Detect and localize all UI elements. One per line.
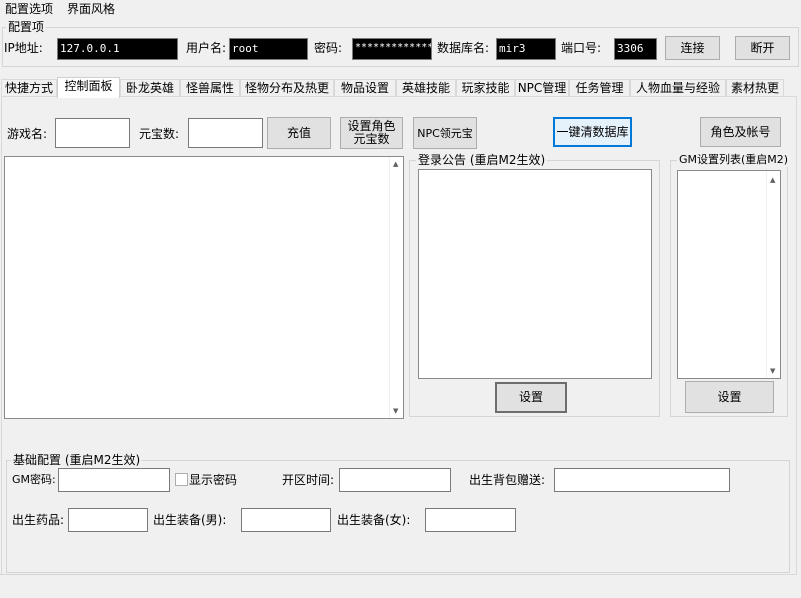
role-account-button[interactable]: 角色及帐号 bbox=[700, 117, 781, 147]
gm-list-textarea[interactable]: ▲ ▼ bbox=[677, 170, 781, 379]
tab-monster-distribution[interactable]: 怪物分布及热更 bbox=[240, 79, 334, 97]
set-role-yuanbao-button[interactable]: 设置角色元宝数 bbox=[340, 117, 403, 149]
gm-password-input[interactable] bbox=[58, 468, 170, 492]
disconnect-button[interactable]: 断开 bbox=[735, 36, 790, 60]
tab-control-panel[interactable]: 控制面板 bbox=[57, 77, 120, 98]
potion-label: 出生药品: bbox=[12, 513, 65, 527]
tab-bar: 快捷方式 控制面板 卧龙英雄 怪兽属性 怪物分布及热更 物品设置 英雄技能 玩家… bbox=[0, 77, 801, 98]
yuanbao-label: 元宝数: bbox=[139, 127, 180, 141]
yuanbao-input[interactable] bbox=[188, 118, 263, 148]
equip-male-label: 出生装备(男): bbox=[153, 513, 227, 527]
scroll-down-icon[interactable]: ▼ bbox=[393, 407, 398, 415]
recharge-button[interactable]: 充值 bbox=[267, 117, 331, 149]
username-input[interactable]: root bbox=[229, 38, 308, 60]
tab-task-management[interactable]: 任务管理 bbox=[569, 79, 630, 97]
password-input[interactable]: ************* bbox=[352, 38, 432, 60]
connection-group-title: 配置项 bbox=[6, 20, 47, 34]
bag-gift-input[interactable] bbox=[554, 468, 730, 492]
menu-config-options[interactable]: 配置选项 bbox=[5, 1, 53, 17]
clear-database-button[interactable]: 一键清数据库 bbox=[553, 117, 632, 147]
gm-scroll-down-icon[interactable]: ▼ bbox=[770, 367, 775, 375]
gm-password-label: GM密码: bbox=[12, 473, 56, 486]
show-password-checkbox[interactable] bbox=[175, 473, 188, 486]
username-label: 用户名: bbox=[186, 41, 227, 55]
equip-female-input[interactable] bbox=[425, 508, 516, 532]
log-textarea[interactable]: ▲ ▼ bbox=[4, 156, 404, 419]
gm-list-scrollbar[interactable]: ▲ ▼ bbox=[766, 171, 780, 378]
tab-hero-skills[interactable]: 英雄技能 bbox=[396, 79, 456, 97]
database-label: 数据库名: bbox=[437, 41, 490, 55]
gm-list-title: GM设置列表(重启M2) bbox=[677, 153, 791, 167]
equip-female-label: 出生装备(女): bbox=[337, 513, 411, 527]
show-password-label: 显示密码 bbox=[189, 473, 238, 487]
ip-input[interactable]: 127.0.0.1 bbox=[57, 38, 178, 60]
game-name-label: 游戏名: bbox=[7, 127, 48, 141]
port-input[interactable]: 3306 bbox=[614, 38, 657, 60]
scroll-up-icon[interactable]: ▲ bbox=[393, 160, 398, 168]
login-notice-title: 登录公告 (重启M2生效) bbox=[416, 153, 548, 167]
database-input[interactable]: mir3 bbox=[496, 38, 556, 60]
tab-player-skills[interactable]: 玩家技能 bbox=[456, 79, 515, 97]
basic-config-title: 基础配置 (重启M2生效) bbox=[11, 453, 143, 467]
gm-scroll-up-icon[interactable]: ▲ bbox=[770, 176, 775, 184]
tab-hp-exp[interactable]: 人物血量与经验 bbox=[630, 79, 726, 97]
gm-list-set-button[interactable]: 设置 bbox=[685, 381, 774, 413]
npc-yuanbao-button[interactable]: NPC领元宝 bbox=[413, 117, 477, 149]
tab-asset-hotupdate[interactable]: 素材热更 bbox=[726, 79, 784, 97]
equip-male-input[interactable] bbox=[241, 508, 331, 532]
potion-input[interactable] bbox=[68, 508, 148, 532]
game-name-input[interactable] bbox=[55, 118, 130, 148]
tab-wolong-hero[interactable]: 卧龙英雄 bbox=[120, 79, 180, 97]
status-divider bbox=[0, 574, 560, 575]
open-time-label: 开区时间: bbox=[282, 473, 335, 487]
ip-label: IP地址: bbox=[4, 41, 43, 55]
tab-shortcuts[interactable]: 快捷方式 bbox=[1, 79, 57, 97]
password-label: 密码: bbox=[314, 41, 343, 55]
connect-button[interactable]: 连接 bbox=[665, 36, 720, 60]
port-label: 端口号: bbox=[561, 41, 602, 55]
login-notice-textarea[interactable] bbox=[418, 169, 652, 379]
menu-ui-style[interactable]: 界面风格 bbox=[67, 1, 115, 17]
tab-npc-management[interactable]: NPC管理 bbox=[515, 79, 569, 97]
login-notice-set-button[interactable]: 设置 bbox=[495, 382, 567, 413]
tab-item-settings[interactable]: 物品设置 bbox=[334, 79, 396, 97]
tab-monster-attributes[interactable]: 怪兽属性 bbox=[180, 79, 240, 97]
log-scrollbar[interactable]: ▲ ▼ bbox=[389, 157, 403, 418]
open-time-input[interactable] bbox=[339, 468, 451, 492]
bag-gift-label: 出生背包赠送: bbox=[469, 473, 546, 487]
